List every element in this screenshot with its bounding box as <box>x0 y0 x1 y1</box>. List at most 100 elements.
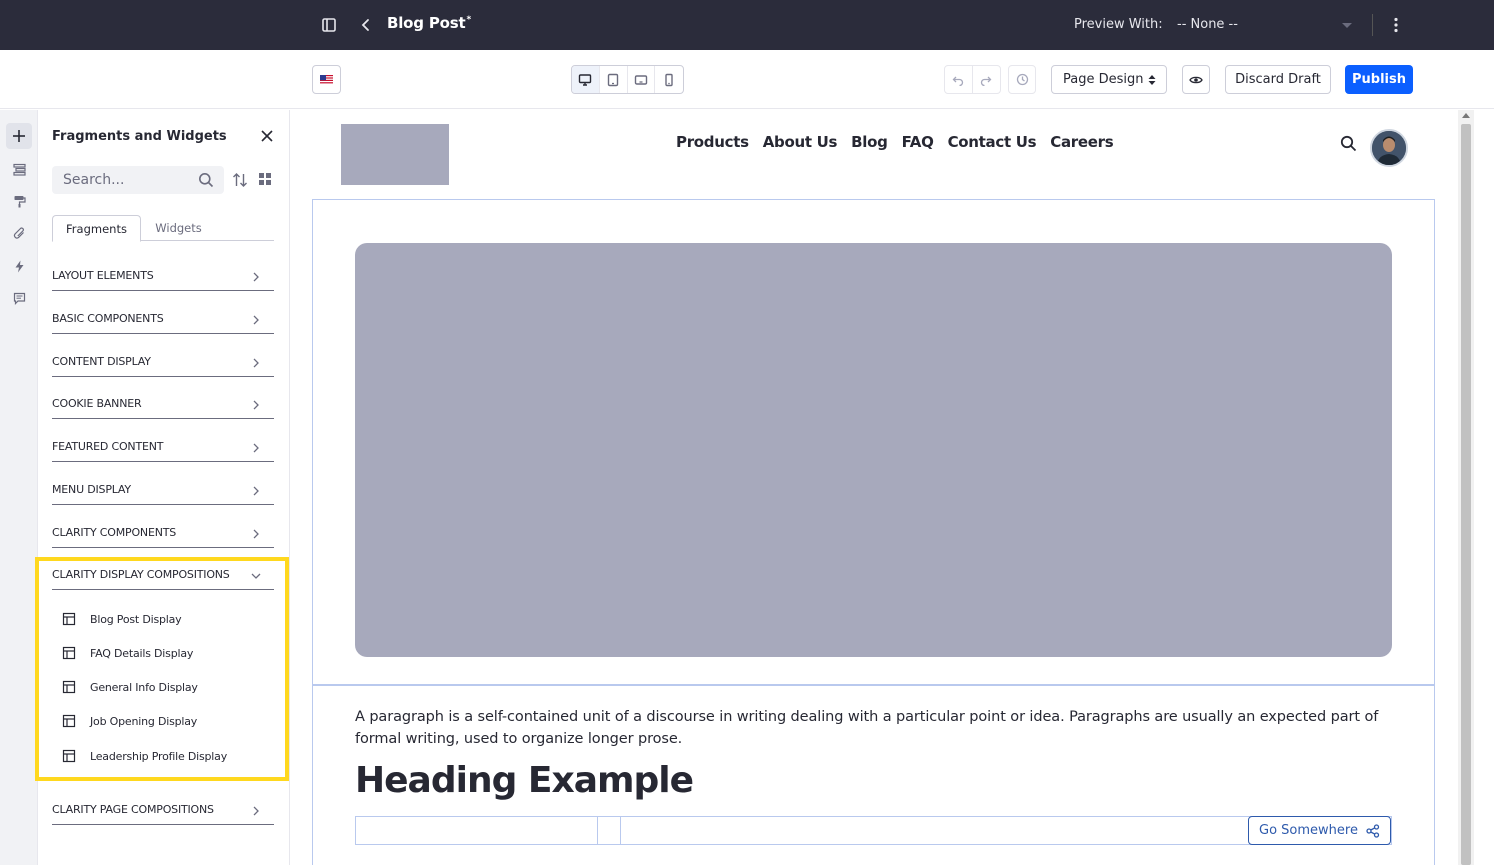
preview-with-label: Preview With: <box>1074 17 1163 32</box>
add-icon[interactable] <box>6 123 32 149</box>
category-basic-components[interactable]: BASIC COMPONENTS <box>52 304 274 334</box>
column-divider <box>597 817 598 844</box>
toggle-sidebar-icon[interactable] <box>319 15 339 35</box>
category-label: LAYOUT ELEMENTS <box>52 269 154 282</box>
close-icon[interactable] <box>259 128 275 144</box>
category-label: CONTENT DISPLAY <box>52 355 151 368</box>
paint-roller-icon[interactable] <box>6 188 32 214</box>
chevron-right-icon <box>253 400 259 410</box>
comments-icon[interactable] <box>6 285 32 311</box>
preview-eye-button[interactable] <box>1182 65 1210 94</box>
composition-icon <box>62 749 76 763</box>
category-label: COOKIE BANNER <box>52 397 142 410</box>
nav-link-contact-us[interactable]: Contact Us <box>948 133 1037 151</box>
composition-icon <box>62 714 76 728</box>
search-icon[interactable] <box>198 172 214 188</box>
avatar[interactable] <box>1370 129 1408 167</box>
fragment-label: Leadership Profile Display <box>90 749 227 763</box>
mobile-icon[interactable] <box>655 66 683 93</box>
go-somewhere-button[interactable]: Go Somewhere <box>1248 816 1391 845</box>
scrollbar-thumb[interactable] <box>1461 124 1471 865</box>
search-input[interactable] <box>52 166 192 194</box>
chevron-right-icon <box>253 486 259 496</box>
updown-caret-icon <box>1148 75 1156 85</box>
fragment-label: Job Opening Display <box>90 714 198 728</box>
bolt-icon[interactable] <box>6 253 32 279</box>
category-label: FEATURED CONTENT <box>52 440 164 453</box>
row-container[interactable] <box>355 816 1392 845</box>
category-label: MENU DISPLAY <box>52 483 131 496</box>
undo-icon[interactable] <box>945 66 973 93</box>
search-icon[interactable] <box>1340 135 1357 152</box>
top-bar: Blog Post* Preview With: -- None -- <box>0 0 1494 50</box>
tablet-landscape-icon[interactable] <box>628 66 656 93</box>
undo-redo-group <box>944 65 1001 94</box>
tablet-icon[interactable] <box>600 66 628 93</box>
user-avatar-icon <box>1372 131 1406 165</box>
nav-link-products[interactable]: Products <box>676 133 749 151</box>
category-label: CLARITY PAGE COMPOSITIONS <box>52 803 214 816</box>
composition-icon <box>62 646 76 660</box>
language-selector[interactable] <box>312 65 341 94</box>
category-clarity-components[interactable]: CLARITY COMPONENTS <box>52 518 274 548</box>
history-icon[interactable] <box>1008 65 1036 94</box>
nav-link-faq[interactable]: FAQ <box>902 133 934 151</box>
preview-with-select[interactable]: -- None -- <box>1170 10 1360 40</box>
category-content-display[interactable]: CONTENT DISPLAY <box>52 347 274 377</box>
grid-view-icon[interactable] <box>258 172 272 186</box>
more-options-icon[interactable] <box>1386 15 1406 35</box>
category-label: BASIC COMPONENTS <box>52 312 164 325</box>
desktop-icon[interactable] <box>572 66 600 93</box>
fragment-leadership-profile-display[interactable]: Leadership Profile Display <box>62 745 227 767</box>
fragment-general-info-display[interactable]: General Info Display <box>62 676 198 698</box>
fragment-faq-details-display[interactable]: FAQ Details Display <box>62 642 193 664</box>
category-featured-content[interactable]: FEATURED CONTENT <box>52 432 274 462</box>
page-design-button[interactable]: Page Design <box>1051 65 1167 94</box>
discard-draft-button[interactable]: Discard Draft <box>1225 65 1331 94</box>
scroll-up-icon[interactable] <box>1462 113 1470 118</box>
device-selector <box>571 65 684 94</box>
caret-down-icon <box>1342 23 1352 28</box>
fragment-blog-post-display[interactable]: Blog Post Display <box>62 608 182 630</box>
us-flag-icon <box>320 74 333 85</box>
redo-icon[interactable] <box>973 66 1000 93</box>
publish-button[interactable]: Publish <box>1345 65 1413 94</box>
composition-icon <box>62 612 76 626</box>
eye-icon <box>1189 76 1203 83</box>
category-cookie-banner[interactable]: COOKIE BANNER <box>52 389 274 419</box>
left-rail <box>0 110 38 865</box>
chevron-right-icon <box>253 443 259 453</box>
page-design-label: Page Design <box>1063 72 1144 87</box>
category-layout-elements[interactable]: LAYOUT ELEMENTS <box>52 261 274 291</box>
fragment-label: FAQ Details Display <box>90 646 194 660</box>
hero-image-placeholder[interactable] <box>355 243 1392 657</box>
composition-icon <box>62 680 76 694</box>
sort-icon[interactable] <box>232 172 248 188</box>
tab-widgets[interactable]: Widgets <box>141 215 216 241</box>
category-clarity-page-compositions[interactable]: CLARITY PAGE COMPOSITIONS <box>52 795 274 825</box>
heading-text[interactable]: Heading Example <box>355 760 694 801</box>
button-label: Go Somewhere <box>1259 823 1358 838</box>
back-icon[interactable] <box>356 15 376 35</box>
divider <box>1372 14 1373 36</box>
site-logo-placeholder[interactable] <box>341 124 449 185</box>
page-title: Blog Post* <box>387 14 471 32</box>
panel-tabs: Fragments Widgets <box>52 215 274 242</box>
paragraph-text[interactable]: A paragraph is a self-contained unit of … <box>355 706 1395 750</box>
share-icon <box>1366 824 1380 838</box>
preview-with-value: -- None -- <box>1177 17 1238 32</box>
nav-link-blog[interactable]: Blog <box>851 133 888 151</box>
panel-title: Fragments and Widgets <box>52 129 227 144</box>
fragment-job-opening-display[interactable]: Job Opening Display <box>62 710 197 732</box>
chevron-right-icon <box>253 529 259 539</box>
category-menu-display[interactable]: MENU DISPLAY <box>52 475 274 505</box>
page-structure-icon[interactable] <box>6 156 32 182</box>
site-navigation: Products About Us Blog FAQ Contact Us Ca… <box>676 133 1114 151</box>
nav-link-careers[interactable]: Careers <box>1050 133 1113 151</box>
nav-link-about-us[interactable]: About Us <box>763 133 838 151</box>
column-divider <box>620 817 621 844</box>
fragment-label: Blog Post Display <box>90 612 182 626</box>
paperclip-icon[interactable] <box>6 220 32 246</box>
tab-fragments[interactable]: Fragments <box>52 215 141 242</box>
chevron-right-icon <box>253 806 259 816</box>
